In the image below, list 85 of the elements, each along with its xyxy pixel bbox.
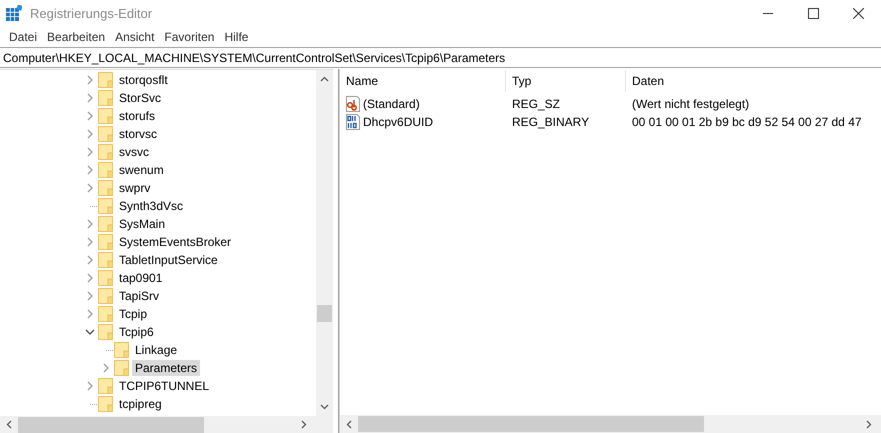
scroll-down-icon (320, 404, 329, 410)
tree-item[interactable]: SystemEventsBroker (116, 234, 234, 250)
scroll-right-icon (866, 420, 872, 428)
chevron-right-icon[interactable] (86, 237, 94, 247)
folder-icon (98, 288, 113, 304)
scroll-up-icon (320, 76, 329, 82)
tree-item[interactable]: storufs (116, 108, 158, 124)
horizontal-scrollbar[interactable] (340, 415, 881, 433)
chevron-down-icon[interactable] (85, 328, 95, 336)
chevron-right-icon[interactable] (86, 129, 94, 139)
chevron-right-icon[interactable] (86, 75, 94, 85)
column-header[interactable]: Typ (506, 70, 626, 92)
address-field[interactable]: Computer\HKEY_LOCAL_MACHINE\SYSTEM\CurrentControlSet\Services\Tcpip6\Parameters (0, 47, 881, 68)
chevron-right-icon[interactable] (86, 291, 94, 301)
menu-item[interactable]: Hilfe (219, 30, 254, 44)
chevron-right-icon[interactable] (86, 309, 94, 319)
menu-item[interactable]: Bearbeiten (42, 30, 110, 44)
chevron-right-icon[interactable] (102, 363, 110, 373)
tree-item[interactable]: Tcpip (116, 306, 150, 322)
tree-item[interactable]: SysMain (116, 216, 168, 232)
tree-item[interactable]: Parameters (132, 360, 200, 376)
chevron-right-icon[interactable] (86, 255, 94, 265)
chevron-right-icon[interactable] (86, 273, 94, 283)
menu-item[interactable]: Ansicht (110, 30, 160, 44)
binary-value-icon (345, 114, 361, 130)
folder-icon (98, 144, 113, 160)
value-type: REG_BINARY (511, 115, 590, 129)
tree-item[interactable]: TapiSrv (116, 288, 162, 304)
chevron-right-icon[interactable] (86, 165, 94, 175)
menu-item[interactable]: Favoriten (159, 30, 220, 44)
folder-icon (98, 90, 113, 106)
string-value-icon (345, 96, 361, 112)
window-title: Registrierungs-Editor (30, 6, 152, 20)
chevron-right-icon[interactable] (86, 147, 94, 157)
folder-icon (114, 342, 129, 358)
vertical-scrollbar[interactable] (316, 70, 333, 416)
tree-item[interactable]: Tcpip6 (116, 324, 157, 340)
folder-icon (98, 234, 113, 250)
tree-item[interactable]: storvsc (116, 126, 160, 142)
folder-icon (98, 180, 113, 196)
menu-item[interactable]: Datei (4, 30, 42, 44)
value-type: REG_SZ (511, 97, 562, 111)
folder-icon (114, 360, 129, 376)
folder-icon (98, 216, 113, 232)
tree-item[interactable]: swenum (116, 162, 167, 178)
value-data: 00 01 00 01 2b b9 bc d9 52 54 00 27 dd 47 (631, 115, 862, 129)
folder-icon (98, 126, 113, 142)
folder-icon (98, 324, 113, 340)
folder-icon (98, 306, 113, 322)
folder-icon (98, 72, 113, 88)
scroll-right-icon (301, 420, 307, 429)
tree-item[interactable]: storqosflt (116, 72, 171, 88)
value-data: (Wert nicht festgelegt) (631, 97, 750, 111)
folder-icon (98, 378, 113, 394)
folder-icon (98, 162, 113, 178)
chevron-right-icon[interactable] (86, 381, 94, 391)
tree-item[interactable]: Linkage (132, 342, 180, 358)
app-icon (6, 5, 22, 21)
chevron-right-icon[interactable] (86, 219, 94, 229)
tree-item[interactable]: Synth3dVsc (116, 198, 186, 214)
chevron-right-icon[interactable] (86, 93, 94, 103)
tree-item[interactable]: TabletInputService (116, 252, 221, 268)
folder-icon (98, 270, 113, 286)
scroll-left-icon (346, 420, 352, 428)
tree-item[interactable]: tcpipreg (116, 396, 165, 412)
scroll-left-icon (6, 420, 12, 429)
tree-item[interactable]: tap0901 (116, 270, 166, 286)
column-header[interactable]: Daten (626, 70, 664, 92)
scroll-thumb[interactable] (18, 416, 204, 432)
tree-item[interactable]: svsvc (116, 144, 152, 160)
value-name[interactable]: (Standard) (363, 97, 420, 111)
chevron-right-icon[interactable] (86, 111, 94, 121)
scroll-thumb[interactable] (317, 305, 332, 322)
folder-icon (98, 108, 113, 124)
folder-icon (98, 198, 113, 214)
scroll-thumb[interactable] (358, 416, 704, 432)
tree-item[interactable]: TCPIP6TUNNEL (116, 378, 212, 394)
folder-icon (98, 396, 113, 412)
tree-item[interactable]: swprv (116, 180, 154, 196)
horizontal-scrollbar[interactable] (0, 416, 316, 433)
folder-icon (98, 252, 113, 268)
tree-item[interactable]: StorSvc (116, 90, 164, 106)
chevron-right-icon[interactable] (86, 183, 94, 193)
value-name[interactable]: Dhcpv6DUID (363, 115, 434, 129)
column-header[interactable]: Name (340, 70, 506, 92)
